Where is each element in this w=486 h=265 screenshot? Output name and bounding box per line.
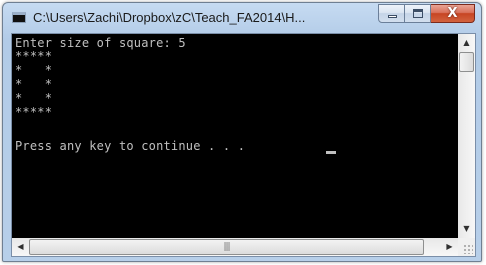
caption-buttons: X — [378, 4, 475, 24]
console-line: Press any key to continue . . . — [15, 139, 253, 153]
console-window-icon[interactable] — [12, 12, 26, 23]
console-line: * * — [15, 63, 53, 77]
vertical-scrollbar[interactable]: ▲ ▼ — [458, 34, 475, 238]
scroll-left-arrow-icon[interactable]: ◀ — [12, 242, 29, 252]
console-client-area: Enter size of square: 5 ***** * * * * * … — [11, 33, 476, 257]
scroll-down-arrow-icon[interactable]: ▼ — [458, 224, 475, 234]
scrollbar-corner — [458, 238, 475, 256]
close-button[interactable]: X — [431, 4, 475, 23]
text-cursor — [326, 151, 336, 154]
console-window: C:\Users\Zachi\Dropbox\zC\Teach_FA2014\H… — [2, 2, 482, 262]
maximize-icon — [413, 9, 423, 18]
console-line: ***** — [15, 49, 53, 63]
console-line: ***** — [15, 105, 53, 119]
resize-grip-icon[interactable] — [463, 244, 473, 254]
console-line: Enter size of square: 5 — [15, 36, 186, 50]
maximize-button[interactable] — [405, 4, 431, 23]
vertical-scroll-thumb[interactable] — [459, 52, 474, 72]
minimize-button[interactable] — [378, 4, 405, 23]
console-line: * * — [15, 77, 53, 91]
title-bar[interactable]: C:\Users\Zachi\Dropbox\zC\Teach_FA2014\H… — [3, 3, 481, 33]
scroll-right-arrow-icon[interactable]: ▶ — [441, 242, 458, 252]
horizontal-scroll-thumb[interactable]: ||| — [29, 239, 424, 255]
console-output[interactable]: Enter size of square: 5 ***** * * * * * … — [12, 34, 458, 238]
horizontal-scrollbar[interactable]: ◀ ||| ▶ — [12, 238, 458, 256]
window-title: C:\Users\Zachi\Dropbox\zC\Teach_FA2014\H… — [33, 10, 306, 25]
close-icon: X — [447, 6, 458, 21]
minimize-icon — [388, 15, 397, 18]
scroll-up-arrow-icon[interactable]: ▲ — [458, 38, 475, 48]
scroll-thumb-grip-icon: ||| — [223, 242, 230, 252]
console-line: * * — [15, 91, 53, 105]
